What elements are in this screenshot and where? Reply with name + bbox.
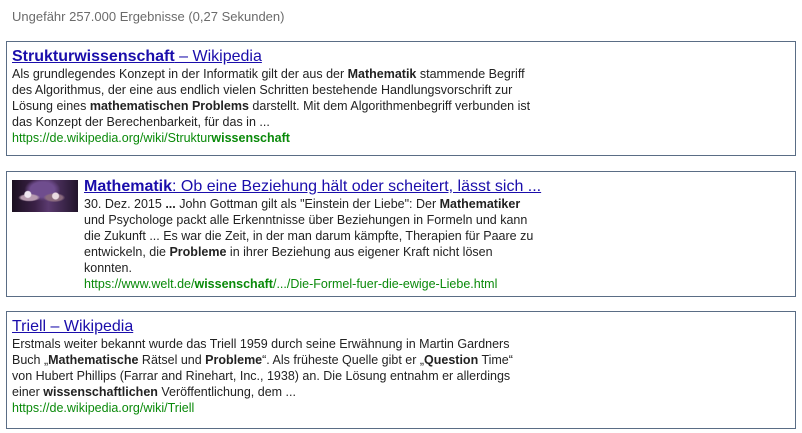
result-url[interactable]: https://www.welt.de/wissenschaft/.../Die…: [84, 276, 541, 292]
text-run: entwickeln, die: [84, 245, 170, 259]
text-run: die Zukunft ... Es war die Zeit, in der …: [84, 229, 534, 243]
title-rest: – Wikipedia: [174, 48, 262, 65]
title-rest: : Ob eine Beziehung hält oder scheitert,…: [172, 178, 542, 195]
highlighted-term: wissenschaft: [194, 277, 273, 291]
title-bold: Strukturwissenschaft: [12, 48, 175, 65]
title-bold: Mathematik: [84, 178, 173, 195]
result-thumbnail-image[interactable]: [12, 180, 78, 212]
text-run: Time“: [478, 353, 513, 367]
result-url[interactable]: https://de.wikipedia.org/wiki/Strukturwi…: [12, 130, 530, 146]
highlighted-term: Mathematik: [347, 67, 417, 81]
title-rest: Triell – Wikipedia: [12, 318, 134, 335]
result-snippet: Erstmals weiter bekannt wurde das Triell…: [12, 336, 513, 400]
highlighted-term: Probleme: [205, 353, 263, 367]
text-run: Rätsel und: [138, 353, 206, 367]
snippet-line: die Zukunft ... Es war die Zeit, in der …: [84, 228, 541, 244]
text-run: https://de.wikipedia.org/wiki/Triell: [12, 401, 195, 415]
text-run: 30. Dez. 2015: [84, 197, 166, 211]
highlighted-term: Question: [424, 353, 479, 367]
snippet-line: einer wissenschaftlichen Veröffentlichun…: [12, 384, 513, 400]
text-run: /.../Die-Formel-fuer-die-ewige-Liebe.htm…: [272, 277, 498, 291]
text-run: https://de.wikipedia.org/wiki/Struktur: [12, 131, 212, 145]
snippet-line: konnten.: [84, 260, 541, 276]
snippet-line: Erstmals weiter bekannt wurde das Triell…: [12, 336, 513, 352]
snippet-line: das Konzept der Berechenbarkeit, für das…: [12, 114, 530, 130]
text-run: in ihrer Beziehung aus eigener Kraft nic…: [226, 245, 493, 259]
result-title-link[interactable]: Mathematik: Ob eine Beziehung hält oder …: [84, 178, 541, 196]
highlighted-term: wissenschaftlichen: [43, 385, 158, 399]
text-run: Veröffentlichung, dem ...: [157, 385, 296, 399]
result-url[interactable]: https://de.wikipedia.org/wiki/Triell: [12, 400, 513, 416]
text-run: Buch „: [12, 353, 49, 367]
snippet-line: Als grundlegendes Konzept in der Informa…: [12, 66, 530, 82]
snippet-line: Lösung eines mathematischen Problems dar…: [12, 98, 530, 114]
highlighted-term: wissenschaft: [211, 131, 290, 145]
result-snippet: Als grundlegendes Konzept in der Informa…: [12, 66, 530, 130]
highlighted-term: Mathematiker: [439, 197, 521, 211]
snippet-line: von Hubert Phillips (Farrar and Rinehart…: [12, 368, 513, 384]
snippet-line: und Psychologe packt alle Erkenntnisse ü…: [84, 212, 541, 228]
highlighted-term: Mathematische: [48, 353, 139, 367]
snippet-line: entwickeln, die Probleme in ihrer Bezieh…: [84, 244, 541, 260]
text-run: konnten.: [84, 261, 132, 275]
text-run: das Konzept der Berechenbarkeit, für das…: [12, 115, 270, 129]
text-run: des Algorithmus, der eine aus endlich vi…: [12, 83, 513, 97]
snippet-line: 30. Dez. 2015 ... John Gottman gilt als …: [84, 196, 541, 212]
result-body: Triell – Wikipedia Erstmals weiter bekan…: [12, 318, 513, 416]
result-snippet: 30. Dez. 2015 ... John Gottman gilt als …: [84, 196, 541, 276]
result-stats: Ungefähr 257.000 Ergebnisse (0,27 Sekund…: [12, 9, 285, 24]
highlighted-term: ...: [165, 197, 176, 211]
text-run: Erstmals weiter bekannt wurde das Triell…: [12, 337, 510, 351]
search-result-card: Strukturwissenschaft – Wikipedia Als gru…: [6, 41, 796, 156]
snippet-line: Buch „Mathematische Rätsel und Probleme“…: [12, 352, 513, 368]
result-title-link[interactable]: Triell – Wikipedia: [12, 318, 133, 336]
highlighted-term: Probleme: [169, 245, 227, 259]
result-body: Mathematik: Ob eine Beziehung hält oder …: [84, 178, 541, 292]
text-run: und Psychologe packt alle Erkenntnisse ü…: [84, 213, 528, 227]
result-title-link[interactable]: Strukturwissenschaft – Wikipedia: [12, 48, 262, 66]
result-body: Strukturwissenschaft – Wikipedia Als gru…: [12, 48, 530, 146]
text-run: einer: [12, 385, 44, 399]
highlighted-term: mathematischen Problems: [89, 99, 249, 113]
text-run: John Gottman gilt als "Einstein der Lieb…: [175, 197, 440, 211]
text-run: Lösung eines: [12, 99, 90, 113]
text-run: “. Als früheste Quelle gibt er „: [262, 353, 425, 367]
text-run: stammende Begriff: [416, 67, 525, 81]
text-run: Als grundlegendes Konzept in der Informa…: [12, 67, 348, 81]
text-run: https://www.welt.de/: [84, 277, 195, 291]
snippet-line: des Algorithmus, der eine aus endlich vi…: [12, 82, 530, 98]
text-run: von Hubert Phillips (Farrar and Rinehart…: [12, 369, 511, 383]
search-result-card: Mathematik: Ob eine Beziehung hält oder …: [6, 171, 796, 297]
search-result-card: Triell – Wikipedia Erstmals weiter bekan…: [6, 311, 796, 429]
text-run: darstellt. Mit dem Algorithmenbegriff ve…: [248, 99, 531, 113]
